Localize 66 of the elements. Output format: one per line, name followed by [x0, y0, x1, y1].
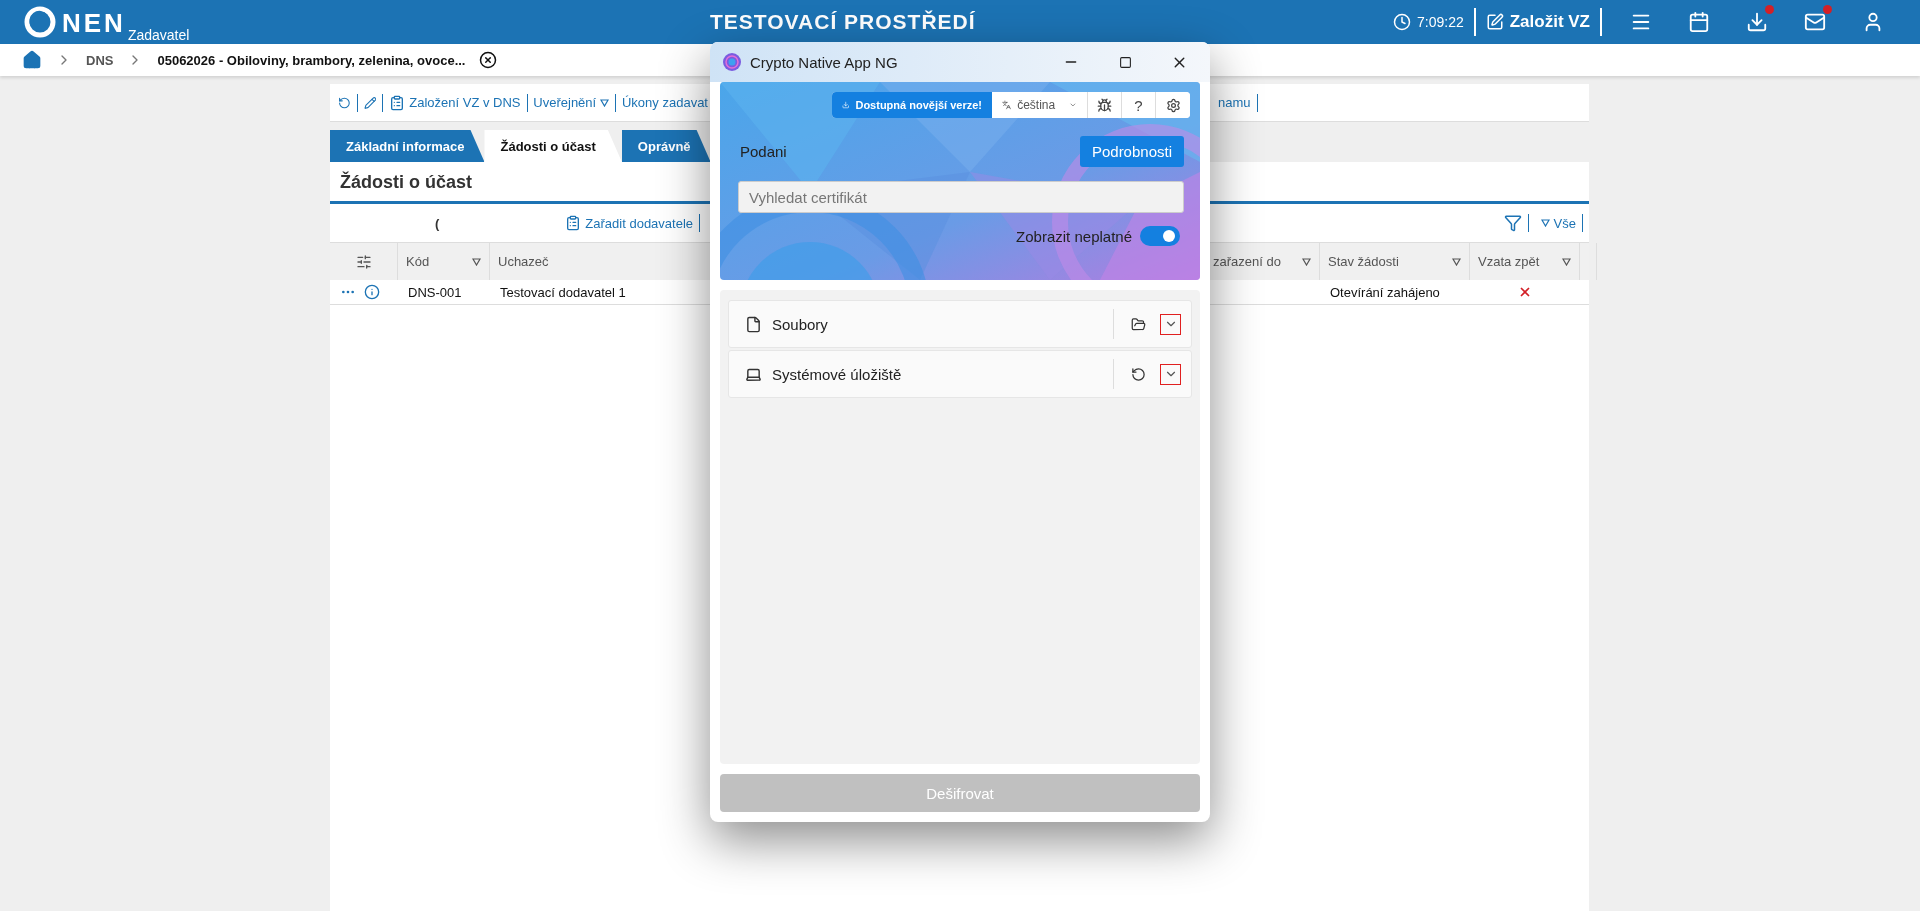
- edit-icon: [1485, 13, 1504, 31]
- column-header: Vzata zpět: [1478, 254, 1540, 269]
- bug-icon: [1097, 97, 1112, 113]
- toolbar-link[interactable]: Založení VZ v DNS: [389, 94, 521, 111]
- breadcrumb-link[interactable]: DNS: [86, 52, 114, 68]
- clipboard-icon: [565, 215, 582, 231]
- column-header: Kód: [406, 254, 430, 269]
- pencil-icon[interactable]: [363, 94, 377, 111]
- create-link[interactable]: Založit VZ: [1485, 12, 1590, 32]
- toolbar-link[interactable]: Uveřejnění: [533, 95, 610, 110]
- tab[interactable]: Oprávně: [621, 130, 711, 162]
- store-label: Soubory: [772, 315, 829, 333]
- sort-icon[interactable]: [1452, 257, 1461, 266]
- expand-button[interactable]: [1160, 313, 1181, 335]
- app-icon: [722, 52, 742, 72]
- calendar-icon[interactable]: [1688, 11, 1710, 33]
- column-header: Uchazeč: [498, 254, 549, 269]
- environment-title: TESTOVACÍ PROSTŘEDÍ: [710, 10, 976, 34]
- home-icon[interactable]: [22, 50, 42, 70]
- toggle-switch[interactable]: [1140, 226, 1180, 246]
- notification-dot: [1823, 5, 1832, 14]
- dropdown-icon: [1540, 219, 1550, 227]
- tab[interactable]: Základní informace: [330, 130, 485, 162]
- mail-icon[interactable]: [1804, 11, 1826, 33]
- session-time: 7:09:22: [1417, 14, 1464, 30]
- table-cell-text: DNS-001: [407, 284, 463, 300]
- toolbar-link[interactable]: namu: [1218, 95, 1251, 110]
- store-item[interactable]: Soubory: [728, 300, 1192, 348]
- profile-label: Podani: [739, 143, 787, 160]
- settings-icon: [1165, 97, 1181, 113]
- add-supplier-link[interactable]: Zařadit dodavatele: [565, 215, 694, 231]
- logo-text: NEN: [62, 8, 126, 38]
- filter-icon[interactable]: [1503, 214, 1522, 232]
- download-icon[interactable]: [1746, 11, 1768, 33]
- toolbar-link[interactable]: Úkony zadavat: [622, 95, 708, 110]
- column-header: Stav žádosti: [1328, 254, 1399, 269]
- search-field[interactable]: Vyhledat certifikát: [738, 181, 1184, 213]
- window-title: Crypto Native App NG: [750, 53, 899, 71]
- column-settings-icon[interactable]: [355, 253, 372, 270]
- clipboard-icon: [389, 94, 406, 111]
- table-cell-text: Otevírání zahájeno: [1329, 284, 1441, 300]
- filter-all-link[interactable]: Vše: [1540, 215, 1576, 231]
- clock-icon: [1393, 13, 1411, 31]
- table-cell-text: Testovací dodavatel 1: [499, 284, 627, 300]
- details-button[interactable]: Podrobnosti: [1079, 136, 1184, 167]
- store-item[interactable]: Systémové úložiště: [728, 350, 1192, 398]
- toggle-label: Zobrazit neplatné: [1016, 227, 1132, 245]
- language-icon: [1002, 98, 1012, 112]
- file-icon: [745, 315, 762, 333]
- tab[interactable]: Žádosti o účast: [484, 130, 622, 162]
- close-icon[interactable]: [479, 51, 498, 69]
- sort-icon[interactable]: [1562, 257, 1571, 266]
- sort-icon[interactable]: [1302, 257, 1311, 266]
- breadcrumb-link[interactable]: 05062026 - Obiloviny, brambory, zelenina, ovoce...: [157, 52, 466, 68]
- notification-dot: [1765, 5, 1774, 14]
- store-label: Systémové úložiště: [772, 365, 903, 383]
- logo-subtitle: Zadavatel: [127, 27, 190, 43]
- ring-logo-icon: [24, 6, 56, 38]
- expand-button[interactable]: [1160, 363, 1181, 385]
- dropdown-icon: [600, 98, 610, 107]
- sort-icon[interactable]: [472, 257, 481, 266]
- maximize-icon[interactable]: [1118, 55, 1132, 69]
- column-header: zařazení do: [1213, 254, 1281, 269]
- parenthesis-text: (: [435, 215, 440, 231]
- info-icon[interactable]: [364, 284, 380, 300]
- update-button[interactable]: Dostupná novější verze!: [832, 92, 992, 118]
